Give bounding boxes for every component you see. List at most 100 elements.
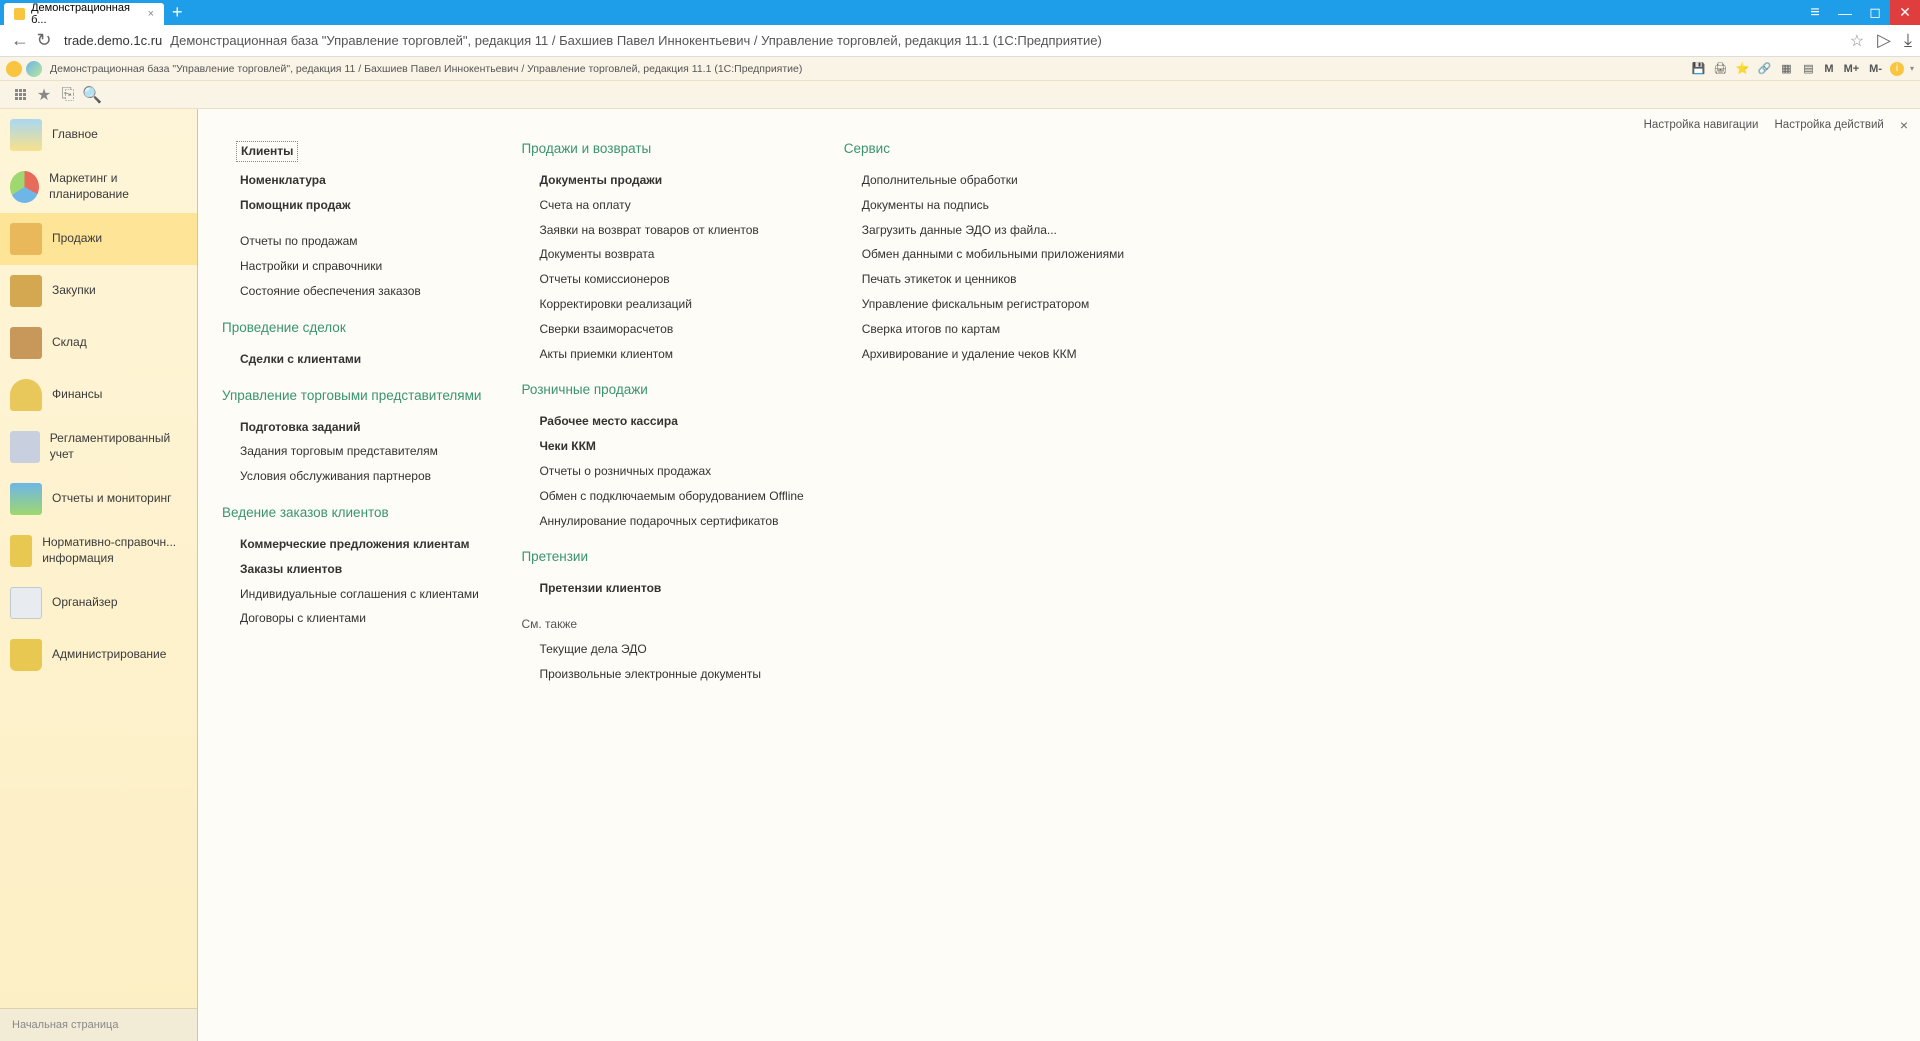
browser-tab[interactable]: Демонстрационная б... × [4, 3, 164, 25]
sidebar-item-warehouse[interactable]: Склад [0, 317, 197, 369]
accounting-icon [10, 431, 40, 463]
admin-icon [10, 639, 42, 671]
link-invoices[interactable]: Счета на оплату [521, 193, 803, 218]
reload-button[interactable]: ↻ [32, 29, 56, 53]
link-icon[interactable]: 🔗 [1756, 61, 1772, 77]
bookmark-icon[interactable]: ☆ [1850, 31, 1864, 51]
url-domain: trade.demo.1c.ru [64, 33, 162, 48]
section-claims: Претензии [521, 549, 803, 564]
download-icon[interactable]: ⤓ [1904, 30, 1912, 51]
link-load-edo-file[interactable]: Загрузить данные ЭДО из файла... [844, 218, 1124, 243]
favorites-button[interactable]: ★ [32, 83, 56, 107]
link-card-reconcile[interactable]: Сверка итогов по картам [844, 317, 1124, 342]
memory-m-button[interactable]: M [1822, 63, 1835, 75]
link-offline-exchange[interactable]: Обмен с подключаемым оборудованием Offli… [521, 484, 803, 509]
link-docs-to-sign[interactable]: Документы на подпись [844, 193, 1124, 218]
link-retail-reports[interactable]: Отчеты о розничных продажах [521, 459, 803, 484]
sidebar-item-admin[interactable]: Администрирование [0, 629, 197, 681]
sidebar-item-reference[interactable]: Нормативно-справочн... информация [0, 525, 197, 577]
column-2: Продажи и возвраты Документы продажи Сче… [521, 141, 803, 687]
link-client-acceptance[interactable]: Акты приемки клиентом [521, 342, 803, 367]
close-panel-icon[interactable]: × [1900, 117, 1908, 133]
link-settings-refs[interactable]: Настройки и справочники [222, 254, 481, 279]
marketing-icon [10, 171, 39, 203]
url-area[interactable]: trade.demo.1c.ru Демонстрационная база "… [64, 33, 1850, 48]
link-client-claims[interactable]: Претензии клиентов [521, 576, 803, 601]
dropdown-icon[interactable]: ▾ [1910, 64, 1914, 73]
info-icon[interactable]: i [1890, 62, 1904, 76]
section-see-also: См. также [521, 617, 803, 631]
app-nav-icon[interactable] [26, 61, 42, 77]
print-icon[interactable]: 🖨 [1712, 61, 1728, 77]
link-print-labels[interactable]: Печать этикеток и ценников [844, 267, 1124, 292]
history-button[interactable]: ⎘ [56, 83, 80, 107]
warehouse-icon [10, 327, 42, 359]
sidebar-item-purchases[interactable]: Закупки [0, 265, 197, 317]
link-archive-receipts[interactable]: Архивирование и удаление чеков ККМ [844, 342, 1124, 367]
link-client-contracts[interactable]: Договоры с клиентами [222, 606, 481, 631]
maximize-button[interactable]: ◻ [1860, 0, 1890, 25]
calc-icon[interactable]: ▦ [1778, 61, 1794, 77]
link-individual-agreements[interactable]: Индивидуальные соглашения с клиентами [222, 582, 481, 607]
page-menu-icon[interactable]: ▷ [1872, 29, 1896, 53]
search-button[interactable]: 🔍 [80, 83, 104, 107]
nav-settings-link[interactable]: Настройка навигации [1644, 119, 1759, 131]
reference-icon [10, 535, 32, 567]
link-sales-corrections[interactable]: Корректировки реализаций [521, 292, 803, 317]
link-edo-arbitrary[interactable]: Произвольные электронные документы [521, 662, 803, 687]
link-void-certificates[interactable]: Аннулирование подарочных сертификатов [521, 509, 803, 534]
link-commission-reports[interactable]: Отчеты комиссионеров [521, 267, 803, 292]
tab-favicon [14, 8, 25, 20]
sidebar-item-reports[interactable]: Отчеты и мониторинг [0, 473, 197, 525]
back-button[interactable]: ← [8, 29, 32, 53]
memory-mminus-button[interactable]: M- [1867, 63, 1884, 75]
sidebar-footer[interactable]: Начальная страница [0, 1008, 197, 1041]
column-1: Клиенты Номенклатура Помощник продаж Отч… [222, 141, 481, 687]
link-sales-docs[interactable]: Документы продажи [521, 168, 803, 193]
favorite-icon[interactable]: ⭐ [1734, 61, 1750, 77]
link-return-docs[interactable]: Документы возврата [521, 242, 803, 267]
sidebar-item-accounting[interactable]: Регламентированный учет [0, 421, 197, 473]
sidebar: Главное Маркетинг и планирование Продажи… [0, 109, 198, 1041]
close-icon[interactable]: × [148, 8, 154, 20]
minimize-button[interactable]: — [1830, 0, 1860, 25]
link-task-prep[interactable]: Подготовка заданий [222, 415, 481, 440]
purchases-icon [10, 275, 42, 307]
sidebar-item-sales[interactable]: Продажи [0, 213, 197, 265]
content-settings-bar: Настройка навигации Настройка действий × [1644, 117, 1908, 133]
section-orders: Ведение заказов клиентов [222, 505, 481, 520]
link-client-orders[interactable]: Заказы клиентов [222, 557, 481, 582]
link-cashier-workplace[interactable]: Рабочее место кассира [521, 409, 803, 434]
link-edo-current[interactable]: Текущие дела ЭДО [521, 637, 803, 662]
link-return-requests[interactable]: Заявки на возврат товаров от клиентов [521, 218, 803, 243]
link-order-state[interactable]: Состояние обеспечения заказов [222, 279, 481, 304]
save-icon[interactable]: 💾 [1690, 61, 1706, 77]
sidebar-item-main[interactable]: Главное [0, 109, 197, 161]
sidebar-item-marketing[interactable]: Маркетинг и планирование [0, 161, 197, 213]
link-sales-assistant[interactable]: Помощник продаж [222, 193, 481, 218]
finance-icon [10, 379, 42, 411]
link-reconciliations[interactable]: Сверки взаиморасчетов [521, 317, 803, 342]
link-receipts[interactable]: Чеки ККМ [521, 434, 803, 459]
link-rep-tasks[interactable]: Задания торговым представителям [222, 439, 481, 464]
link-clients[interactable]: Клиенты [236, 141, 298, 162]
calendar-icon[interactable]: ▤ [1800, 61, 1816, 77]
close-window-button[interactable]: ✕ [1890, 0, 1920, 25]
link-fiscal-register[interactable]: Управление фискальным регистратором [844, 292, 1124, 317]
link-nomenclature[interactable]: Номенклатура [222, 168, 481, 193]
sidebar-item-organizer[interactable]: Органайзер [0, 577, 197, 629]
sections-button[interactable] [8, 83, 32, 107]
section-retail: Розничные продажи [521, 382, 803, 397]
memory-mplus-button[interactable]: M+ [1842, 63, 1862, 75]
link-client-deals[interactable]: Сделки с клиентами [222, 347, 481, 372]
new-tab-button[interactable]: + [172, 2, 183, 23]
sidebar-item-finance[interactable]: Финансы [0, 369, 197, 421]
link-sales-reports[interactable]: Отчеты по продажам [222, 229, 481, 254]
browser-menu-button[interactable]: ≡ [1800, 0, 1830, 25]
link-extra-processing[interactable]: Дополнительные обработки [844, 168, 1124, 193]
link-commercial-offers[interactable]: Коммерческие предложения клиентам [222, 532, 481, 557]
link-partner-terms[interactable]: Условия обслуживания партнеров [222, 464, 481, 489]
link-mobile-exchange[interactable]: Обмен данными с мобильными приложениями [844, 242, 1124, 267]
actions-settings-link[interactable]: Настройка действий [1775, 119, 1884, 131]
tab-title: Демонстрационная б... [31, 2, 139, 26]
